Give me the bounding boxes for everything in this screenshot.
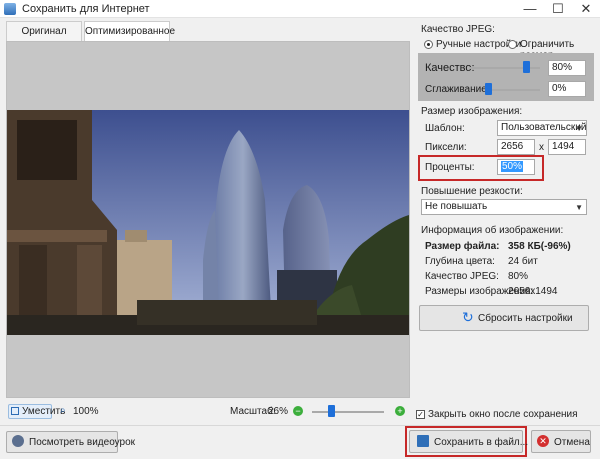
reset-label: Сбросить настройки xyxy=(478,313,573,324)
dimensions-value: 2656x1494 xyxy=(508,286,558,297)
zoom-slider-track[interactable] xyxy=(312,411,384,413)
cancel-icon: ✕ xyxy=(537,435,549,447)
window-title: Сохранить для Интернет xyxy=(22,3,150,15)
sharpen-select[interactable]: Не повышать ▼ xyxy=(421,199,587,215)
quality-slider-thumb[interactable] xyxy=(523,61,530,73)
sharpen-title: Повышение резкости: xyxy=(421,186,523,197)
quality-input[interactable]: 80% xyxy=(548,60,586,76)
height-input[interactable]: 1494 xyxy=(548,139,586,155)
smoothing-slider-track[interactable] xyxy=(488,89,540,91)
fit-icon xyxy=(11,407,19,415)
chevron-down-icon: ▼ xyxy=(575,124,583,133)
minimize-button[interactable]: — xyxy=(516,0,544,18)
zoom-in-icon[interactable]: + xyxy=(395,406,405,416)
video-tutorial-label: Посмотреть видеоурок xyxy=(29,437,136,448)
reset-icon: ↻ xyxy=(462,309,474,325)
close-after-save-checkbox[interactable]: ✓ xyxy=(416,410,425,419)
smoothing-slider-thumb[interactable] xyxy=(485,83,492,95)
save-to-file-label: Сохранить в файл... xyxy=(434,437,529,448)
zoom-out-icon[interactable]: − xyxy=(293,406,303,416)
close-button[interactable]: ✕ xyxy=(572,0,600,18)
chevron-down-icon: ▼ xyxy=(575,203,583,212)
webcam-icon xyxy=(12,435,24,447)
app-icon xyxy=(4,3,16,15)
maximize-button[interactable]: ☐ xyxy=(544,0,572,18)
close-after-save-label[interactable]: Закрыть окно после сохранения xyxy=(428,409,578,420)
width-input[interactable]: 2656 xyxy=(497,139,535,155)
template-select[interactable]: Пользовательский ▼ xyxy=(497,120,587,136)
title-bar: Сохранить для Интернет — ☐ ✕ xyxy=(0,0,600,18)
preview-image xyxy=(7,110,409,335)
sharpen-value: Не повышать xyxy=(425,201,488,212)
percent-label: Проценты: xyxy=(425,162,475,173)
zoom-slider-thumb[interactable] xyxy=(327,405,335,417)
fit-label: Уместить xyxy=(22,406,66,417)
info-jpeg-quality-value: 80% xyxy=(508,271,529,282)
magnifier-icon[interactable]: ⌕ xyxy=(60,405,66,416)
quality-label: Качество: xyxy=(425,62,475,74)
tab-original[interactable]: Оригинал xyxy=(6,21,82,41)
smoothing-input[interactable]: 0% xyxy=(548,81,586,97)
info-jpeg-quality-label: Качество JPEG: xyxy=(425,271,499,282)
zoom-value: 26% xyxy=(268,406,289,417)
actual-size-label[interactable]: 100% xyxy=(73,406,99,417)
file-size-label: Размер файла: xyxy=(425,241,500,252)
radio-manual[interactable] xyxy=(424,40,433,49)
image-size-title: Размер изображения: xyxy=(421,106,523,117)
times-sign: x xyxy=(539,142,544,153)
color-depth-value: 24 бит xyxy=(508,256,538,267)
smoothing-label: Сглаживание: xyxy=(425,84,490,95)
percent-input[interactable]: 50% xyxy=(497,159,535,175)
template-value: Пользовательский xyxy=(501,122,587,133)
color-depth-label: Глубина цвета: xyxy=(425,256,495,267)
template-label: Шаблон: xyxy=(425,123,465,134)
cancel-label: Отмена xyxy=(554,437,590,448)
floppy-icon xyxy=(417,435,429,447)
tab-optimized[interactable]: Оптимизированное xyxy=(84,21,175,42)
file-size-value: 358 КБ(-96%) xyxy=(508,241,571,252)
percent-value: 50% xyxy=(501,161,524,172)
pixels-label: Пиксели: xyxy=(425,142,467,153)
radio-limit-size[interactable] xyxy=(508,40,517,49)
jpeg-quality-title: Качество JPEG: xyxy=(421,24,495,35)
info-title: Информация об изображении: xyxy=(421,225,564,236)
